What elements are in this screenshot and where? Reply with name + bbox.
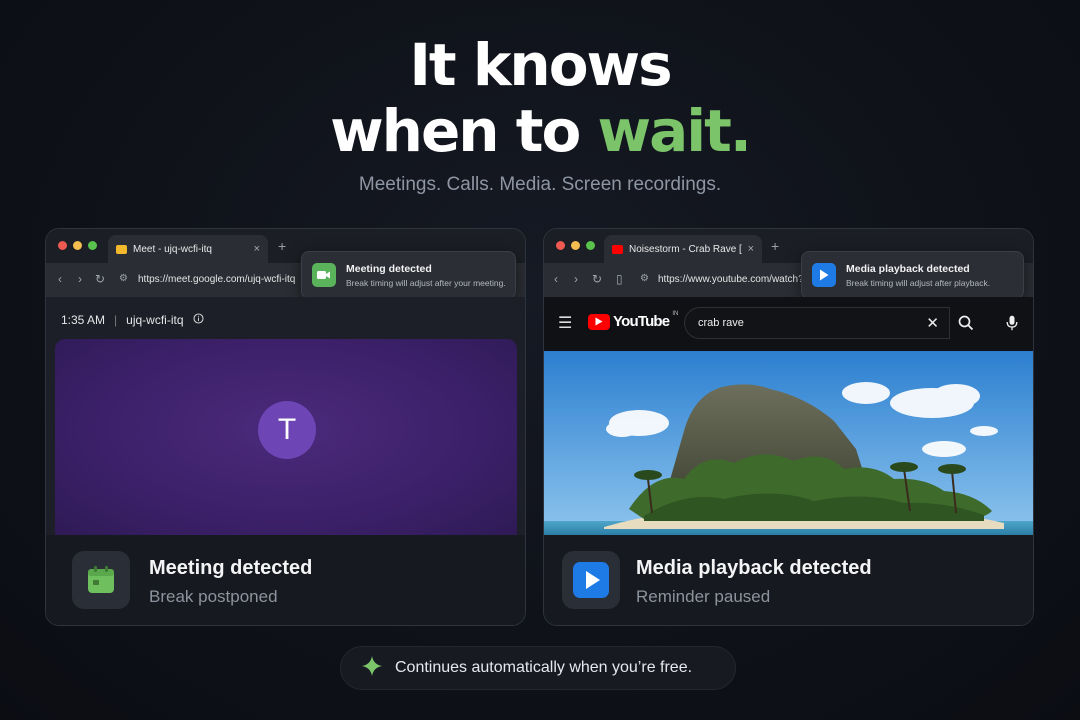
subtitle: Meetings. Calls. Media. Screen recording… — [358, 174, 722, 195]
new-tab-button[interactable]: + — [278, 238, 286, 254]
meeting-toast: Meeting detected Break timing will adjus… — [301, 251, 516, 299]
maximize-window-button[interactable] — [586, 241, 595, 250]
window-controls — [556, 241, 595, 250]
tab-title: Meet - ujq-wcfi-itq — [133, 243, 212, 255]
menu-icon[interactable]: ☰ — [558, 313, 572, 333]
bookmark-icon[interactable]: ▯ — [616, 272, 623, 286]
participant-tile: T — [55, 339, 517, 539]
close-window-button[interactable] — [556, 241, 565, 250]
window-controls — [58, 241, 97, 250]
site-info-icon[interactable]: ⚙ — [119, 273, 128, 284]
footer-pill: Continues automatically when you’re free… — [340, 646, 736, 690]
headline-accent: wait. — [597, 97, 752, 165]
toast-title: Meeting detected — [346, 262, 432, 275]
new-tab-button[interactable]: + — [771, 238, 779, 254]
headline-prefix: when to — [330, 97, 598, 165]
meet-page: 1:35 AM | ujq-wcfi-itq T — [46, 297, 525, 539]
reload-icon[interactable]: ↻ — [95, 272, 105, 286]
meeting-info-bar: 1:35 AM | ujq-wcfi-itq — [61, 313, 204, 327]
media-toast: Media playback detected Break timing wil… — [801, 251, 1024, 299]
browser-tab-youtube[interactable]: Noisestorm - Crab Rave [Mo × — [604, 235, 762, 263]
forward-icon[interactable]: › — [78, 272, 82, 286]
status-subtitle: Reminder paused — [636, 587, 771, 606]
close-tab-icon[interactable]: × — [254, 243, 260, 255]
back-icon[interactable]: ‹ — [554, 272, 558, 286]
address-input[interactable]: https://www.youtube.com/watch?v= — [658, 274, 814, 285]
youtube-header: ☰ YouTube IN crab rave ✕ — [544, 297, 1033, 351]
clear-search-icon[interactable]: ✕ — [926, 314, 939, 332]
footer-text: Continues automatically when you’re free… — [395, 659, 693, 676]
search-input[interactable]: crab rave ✕ — [684, 307, 950, 339]
youtube-status-panel: Media playback detected Reminder paused — [544, 535, 1033, 625]
meeting-code: ujq-wcfi-itq — [126, 313, 184, 327]
info-icon[interactable] — [192, 313, 204, 327]
meeting-divider: | — [114, 313, 118, 327]
headline-line-1: It knows — [409, 31, 672, 99]
minimize-window-button[interactable] — [73, 241, 82, 250]
back-icon[interactable]: ‹ — [58, 272, 62, 286]
video-camera-icon — [312, 263, 336, 287]
youtube-card: Noisestorm - Crab Rave [Mo × + ‹ › ↻ ▯ ⚙… — [543, 228, 1034, 626]
close-window-button[interactable] — [58, 241, 67, 250]
status-title: Meeting detected — [149, 557, 313, 579]
toast-title: Media playback detected — [846, 262, 970, 275]
minimize-window-button[interactable] — [571, 241, 580, 250]
play-icon — [812, 263, 836, 287]
toast-subtitle: Break timing will adjust after playback. — [846, 277, 991, 288]
participant-avatar: T — [258, 401, 316, 459]
browser-tab-meet[interactable]: Meet - ujq-wcfi-itq × — [108, 235, 268, 263]
region-code: IN — [672, 311, 679, 317]
meet-status-panel: Meeting detected Break postponed — [46, 535, 525, 625]
video-thumbnail[interactable] — [544, 351, 1033, 535]
address-input[interactable]: https://meet.google.com/ujq-wcfi-itq — [138, 274, 295, 285]
youtube-favicon — [612, 244, 623, 254]
site-info-icon[interactable]: ⚙ — [640, 273, 649, 284]
reload-icon[interactable]: ↻ — [592, 272, 602, 286]
meet-favicon — [116, 244, 127, 254]
maximize-window-button[interactable] — [88, 241, 97, 250]
search-query: crab rave — [698, 317, 744, 329]
search-icon[interactable] — [950, 307, 982, 339]
tab-title: Noisestorm - Crab Rave [Mo — [629, 243, 742, 255]
status-title: Media playback detected — [636, 557, 872, 579]
youtube-logo[interactable]: YouTube IN — [588, 311, 679, 330]
sparkle-icon — [361, 655, 383, 682]
youtube-page: ☰ YouTube IN crab rave ✕ — [544, 297, 1033, 535]
play-icon — [562, 551, 620, 609]
calendar-icon — [72, 551, 130, 609]
youtube-wordmark: YouTube — [613, 313, 670, 330]
close-tab-icon[interactable]: × — [748, 243, 754, 255]
headline-line-2: when to wait. — [0, 100, 1080, 162]
status-subtitle: Break postponed — [149, 587, 278, 606]
meet-card: Meet - ujq-wcfi-itq × + ‹ › ↻ ⚙ https://… — [45, 228, 526, 626]
meeting-time: 1:35 AM — [61, 313, 106, 327]
mic-icon[interactable] — [996, 307, 1028, 339]
toast-subtitle: Break timing will adjust after your meet… — [346, 277, 506, 288]
forward-icon[interactable]: › — [574, 272, 578, 286]
youtube-play-icon — [588, 313, 610, 330]
